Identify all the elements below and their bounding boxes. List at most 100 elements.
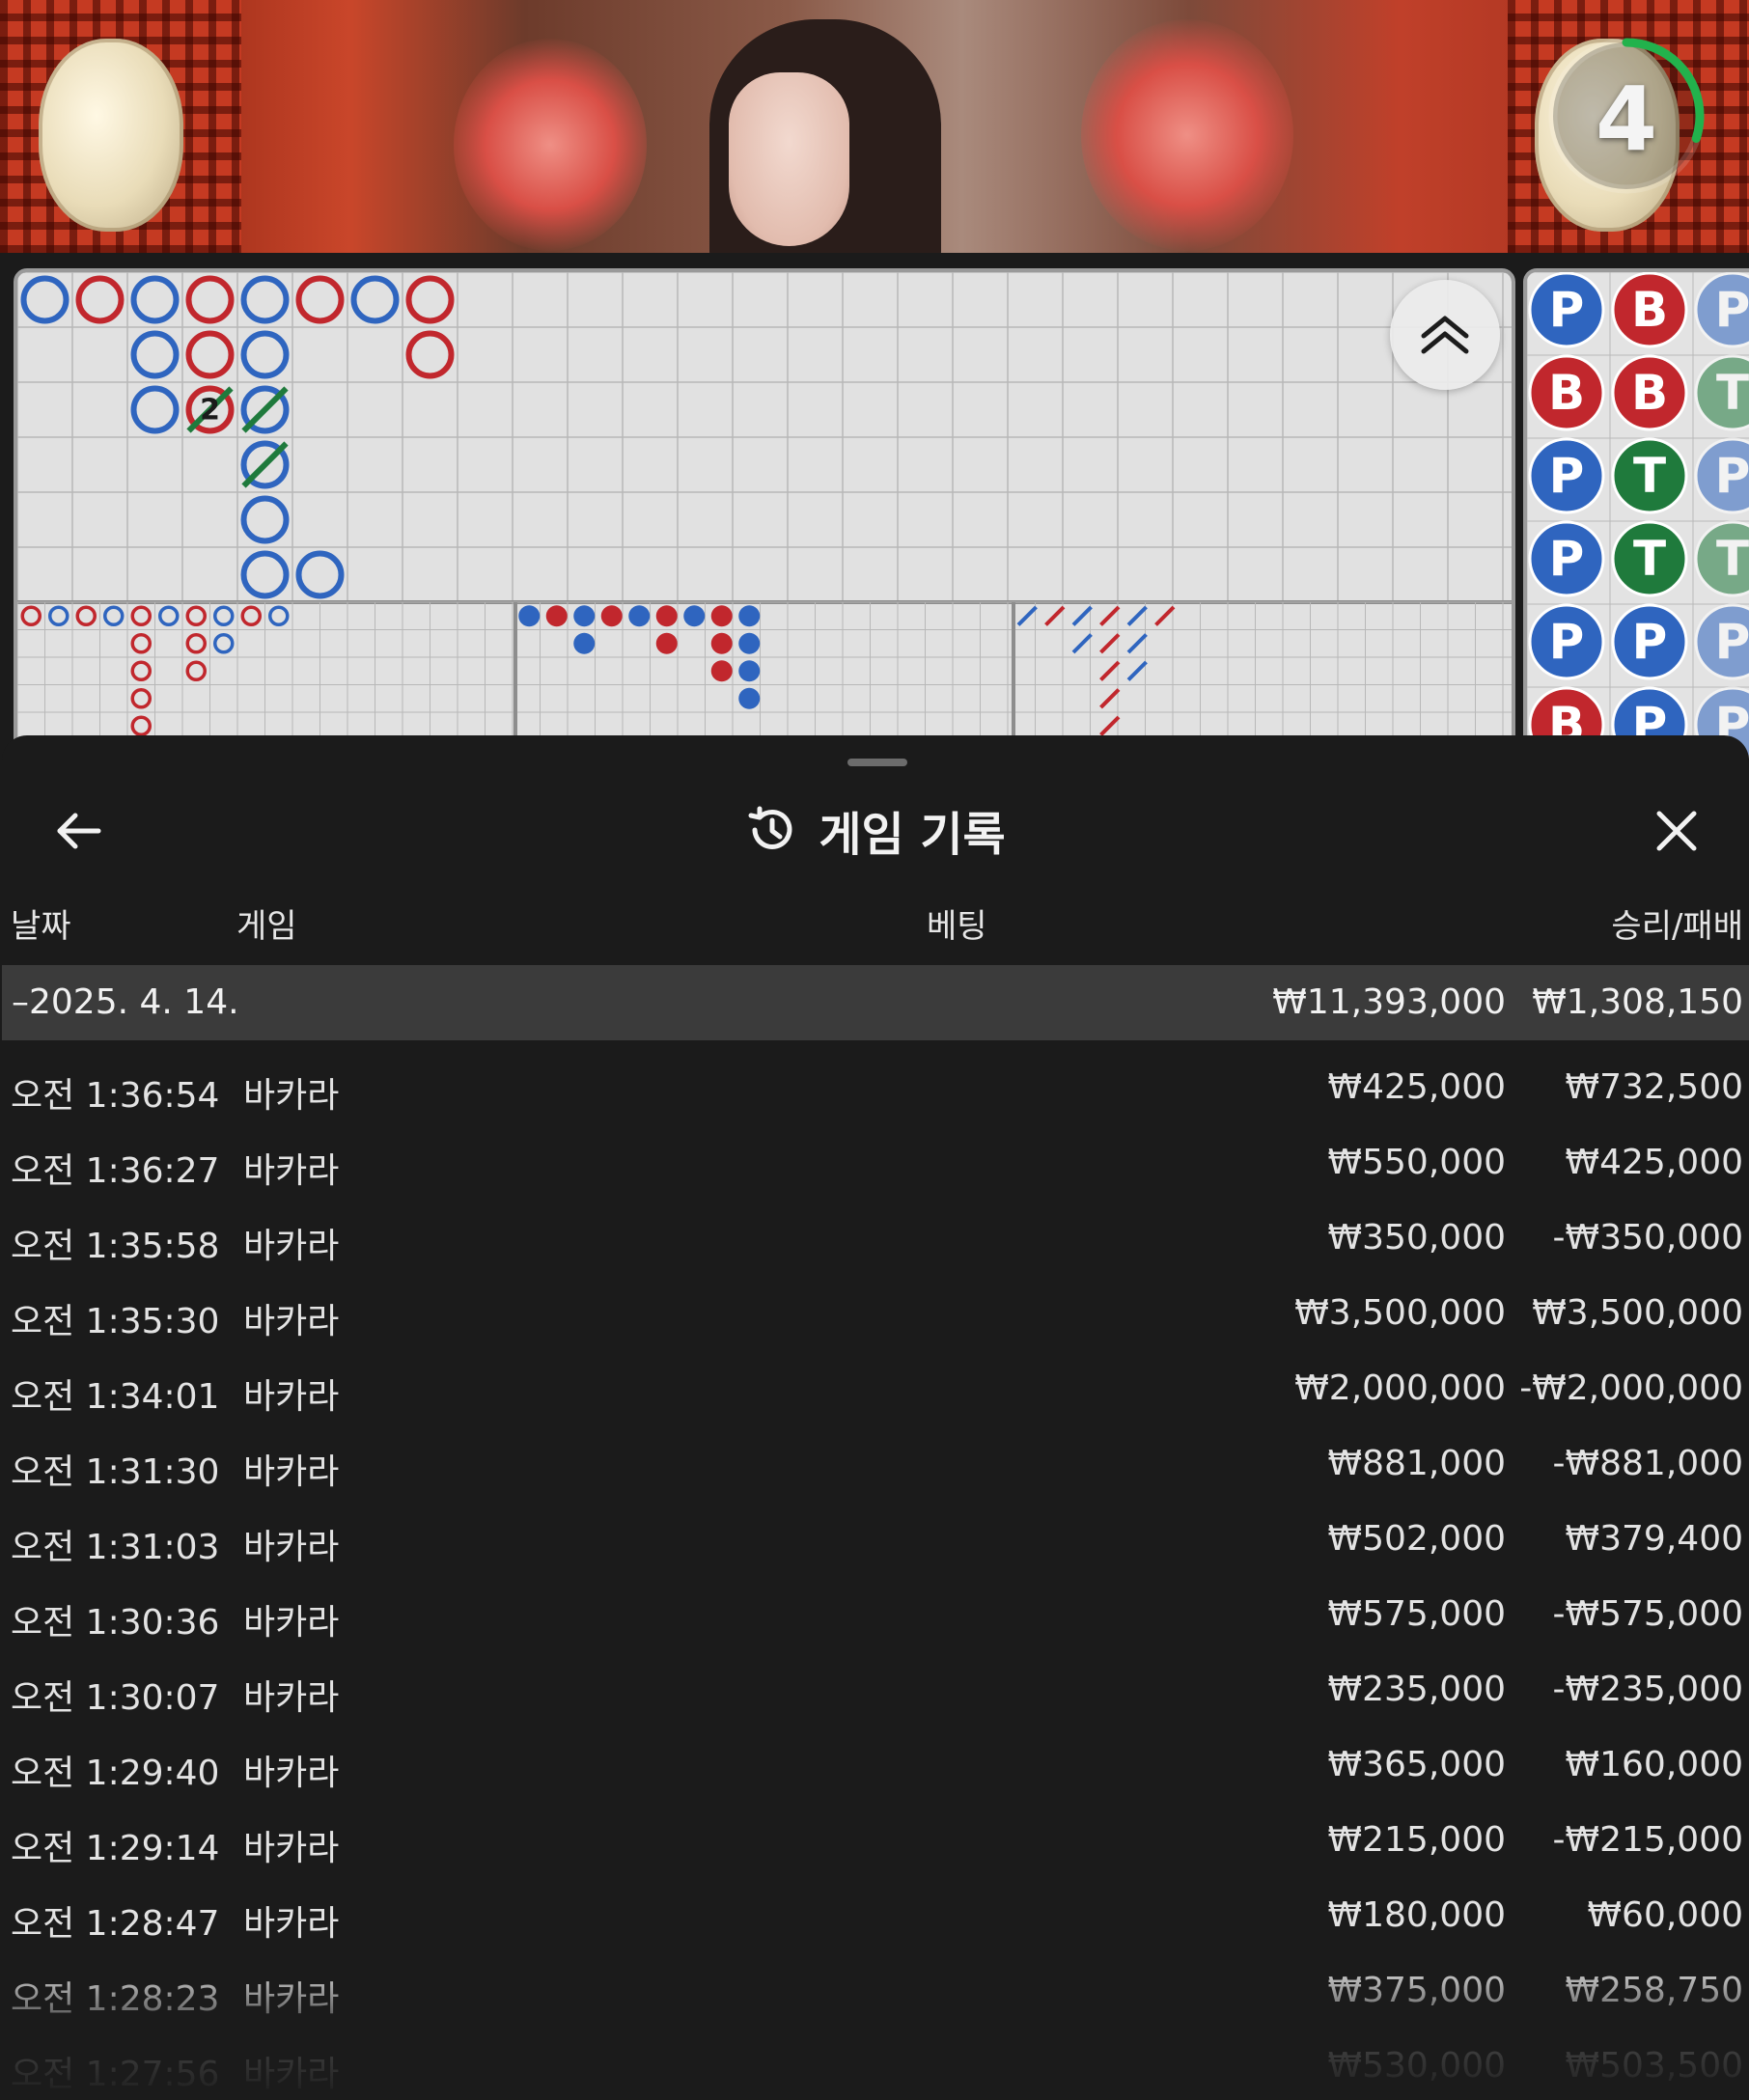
row-bet: ₩3,500,000 bbox=[1294, 1293, 1506, 1333]
history-row[interactable]: 오전 1:36:27 바카라 ₩550,000 ₩425,000 bbox=[2, 1129, 1749, 1204]
blossom-decoration bbox=[454, 39, 647, 251]
svg-text:T: T bbox=[1716, 531, 1749, 587]
bead-tie: T bbox=[1694, 354, 1749, 431]
small-road-mark bbox=[683, 605, 706, 627]
bead-player: P bbox=[1528, 272, 1605, 348]
row-bet: ₩375,000 bbox=[1327, 1971, 1506, 2010]
history-row[interactable]: 오전 1:30:07 바카라 ₩235,000 -₩235,000 bbox=[2, 1656, 1749, 1731]
bead-player: P bbox=[1694, 603, 1749, 680]
row-bet: ₩575,000 bbox=[1327, 1594, 1506, 1634]
small-road-mark bbox=[738, 605, 761, 627]
history-row[interactable]: 오전 1:35:30 바카라 ₩3,500,000 ₩3,500,000 bbox=[2, 1280, 1749, 1355]
row-game: 바카라 bbox=[243, 1754, 340, 1793]
date-summary-row[interactable]: –2025. 4. 14. ₩11,393,000 ₩1,308,150 bbox=[2, 965, 1749, 1040]
column-header-game: 게임 bbox=[236, 907, 297, 946]
history-icon bbox=[748, 806, 792, 849]
bead-banker: B bbox=[1611, 272, 1688, 348]
column-header-bet: 베팅 bbox=[927, 907, 987, 946]
summary-date: –2025. 4. 14. bbox=[12, 982, 239, 1022]
row-bet: ₩365,000 bbox=[1327, 1745, 1506, 1784]
bead-plate[interactable]: PBPBBTPTPPTTPPPBPP bbox=[1523, 268, 1749, 759]
history-row[interactable]: 오전 1:27:56 바카라 ₩530,000 ₩503,500 bbox=[2, 2032, 1749, 2100]
sheet-drag-handle[interactable] bbox=[847, 759, 907, 766]
bead-tie: T bbox=[1611, 520, 1688, 597]
svg-text:B: B bbox=[1631, 365, 1668, 421]
small-road-mark bbox=[573, 632, 596, 654]
row-winloss: ₩160,000 bbox=[1565, 1745, 1743, 1784]
svg-text:P: P bbox=[1549, 282, 1585, 338]
bead-player: P bbox=[1528, 437, 1605, 514]
svg-text:P: P bbox=[1549, 448, 1585, 504]
history-row[interactable]: 오전 1:28:23 바카라 ₩375,000 ₩258,750 bbox=[2, 1957, 1749, 2032]
row-winloss: ₩732,500 bbox=[1565, 1067, 1743, 1107]
close-button[interactable] bbox=[1643, 797, 1710, 865]
row-winloss: ₩425,000 bbox=[1565, 1143, 1743, 1182]
history-row[interactable]: 오전 1:36:54 바카라 ₩425,000 ₩732,500 bbox=[2, 1054, 1749, 1129]
row-time: 오전 1:31:30 bbox=[11, 1452, 220, 1492]
row-game: 바카라 bbox=[243, 1603, 340, 1643]
road-grid: 2 bbox=[17, 272, 1512, 755]
row-game: 바카라 bbox=[243, 1302, 340, 1341]
sheet-header: 게임 기록 bbox=[2, 791, 1749, 869]
history-row[interactable]: 오전 1:34:01 바카라 ₩2,000,000 -₩2,000,000 bbox=[2, 1355, 1749, 1430]
svg-text:P: P bbox=[1715, 448, 1749, 504]
history-row[interactable]: 오전 1:31:03 바카라 ₩502,000 ₩379,400 bbox=[2, 1506, 1749, 1581]
small-road-mark bbox=[738, 687, 761, 709]
svg-text:P: P bbox=[1549, 531, 1585, 587]
row-bet: ₩530,000 bbox=[1327, 2046, 1506, 2086]
row-time: 오전 1:36:27 bbox=[11, 1151, 220, 1191]
row-bet: ₩502,000 bbox=[1327, 1519, 1506, 1559]
tie-count-label: 2 bbox=[200, 394, 220, 428]
row-winloss: ₩3,500,000 bbox=[1532, 1293, 1743, 1333]
blossom-decoration bbox=[1081, 19, 1293, 251]
history-row[interactable]: 오전 1:29:14 바카라 ₩215,000 -₩215,000 bbox=[2, 1807, 1749, 1882]
row-winloss: -₩881,000 bbox=[1552, 1444, 1743, 1483]
row-time: 오전 1:28:23 bbox=[11, 1979, 220, 2019]
game-history-sheet: 게임 기록 날짜 게임 베팅 승리/패배 –2025. 4. 14. ₩11,3… bbox=[2, 735, 1749, 2100]
row-game: 바카라 bbox=[243, 1678, 340, 1718]
live-video-feed bbox=[0, 0, 1749, 253]
history-row[interactable]: 오전 1:35:58 바카라 ₩350,000 -₩350,000 bbox=[2, 1204, 1749, 1280]
small-road-mark bbox=[710, 632, 733, 654]
column-header-date: 날짜 bbox=[11, 907, 71, 946]
row-bet: ₩235,000 bbox=[1327, 1670, 1506, 1709]
lantern-left bbox=[39, 39, 183, 232]
svg-text:P: P bbox=[1715, 282, 1749, 338]
row-bet: ₩2,000,000 bbox=[1294, 1368, 1506, 1408]
row-time: 오전 1:35:30 bbox=[11, 1302, 220, 1341]
small-road-mark bbox=[655, 632, 678, 654]
row-game: 바카라 bbox=[243, 1528, 340, 1567]
bead-banker: B bbox=[1528, 354, 1605, 431]
row-time: 오전 1:36:54 bbox=[11, 1076, 220, 1116]
row-game: 바카라 bbox=[243, 1227, 340, 1266]
row-bet: ₩881,000 bbox=[1327, 1444, 1506, 1483]
row-game: 바카라 bbox=[243, 1979, 340, 2019]
summary-bet-total: ₩11,393,000 bbox=[1272, 982, 1506, 1022]
small-road-mark bbox=[655, 605, 678, 627]
small-road-mark bbox=[600, 605, 623, 627]
row-winloss: ₩258,750 bbox=[1565, 1971, 1743, 2010]
close-icon bbox=[1656, 811, 1697, 851]
row-winloss: -₩350,000 bbox=[1552, 1218, 1743, 1257]
row-game: 바카라 bbox=[243, 1377, 340, 1417]
svg-text:T: T bbox=[1633, 531, 1666, 587]
history-row[interactable]: 오전 1:31:30 바카라 ₩881,000 -₩881,000 bbox=[2, 1430, 1749, 1506]
row-game: 바카라 bbox=[243, 1076, 340, 1116]
scoreboard-roads[interactable]: 2 bbox=[14, 268, 1515, 759]
row-game: 바카라 bbox=[243, 1452, 340, 1492]
history-row[interactable]: 오전 1:30:36 바카라 ₩575,000 -₩575,000 bbox=[2, 1581, 1749, 1656]
row-time: 오전 1:29:14 bbox=[11, 1829, 220, 1868]
column-header-winloss: 승리/패배 bbox=[1611, 907, 1743, 946]
bead-player: P bbox=[1611, 603, 1688, 680]
history-row[interactable]: 오전 1:28:47 바카라 ₩180,000 ₩60,000 bbox=[2, 1882, 1749, 1957]
row-time: 오전 1:31:03 bbox=[11, 1528, 220, 1567]
svg-text:T: T bbox=[1633, 448, 1666, 504]
bead-plate-grid: P B PB B TP T PP T TP P PB P P bbox=[1527, 272, 1749, 755]
bead-player: P bbox=[1694, 272, 1749, 348]
collapse-scoreboard-button[interactable] bbox=[1390, 280, 1500, 390]
small-road-mark bbox=[628, 605, 651, 627]
history-row[interactable]: 오전 1:29:40 바카라 ₩365,000 ₩160,000 bbox=[2, 1731, 1749, 1807]
row-winloss: -₩575,000 bbox=[1552, 1594, 1743, 1634]
small-road-mark bbox=[573, 605, 596, 627]
row-bet: ₩215,000 bbox=[1327, 1820, 1506, 1860]
